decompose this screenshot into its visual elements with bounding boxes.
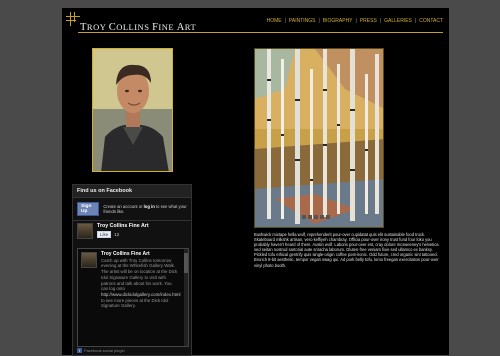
facebook-stream[interactable]: Troy Collins Fine Art Catch up with Troy… [77, 248, 189, 347]
nav-separator: | [379, 18, 382, 24]
nav-contact[interactable]: CONTACT [419, 18, 443, 24]
facebook-page-block: Troy Collins Fine Art Like 12 [73, 220, 191, 241]
post-link[interactable]: http://www.dickidolgallery.com/index.htm… [101, 292, 180, 297]
aspen-painting-image [255, 49, 383, 227]
post-text-2: to see more pieces at the Dick Idol Sign… [101, 297, 169, 309]
facebook-header: Find us on Facebook [73, 185, 191, 198]
signup-text: Create an account or log in to see what … [103, 204, 187, 214]
nav-separator: | [284, 18, 286, 24]
nav-home[interactable]: HOME [267, 18, 282, 24]
page-avatar[interactable] [77, 223, 93, 239]
stream-scrollbar[interactable] [184, 249, 188, 346]
page-container: TROY COLLINS FINE ART HOME | PAINTINGS |… [62, 8, 449, 356]
facebook-footer: f Facebook social plugin [77, 348, 125, 353]
header-divider [78, 32, 443, 33]
main-nav: HOME | PAINTINGS | BIOGRAPHY | PRESS | G… [267, 18, 443, 24]
corner-ornament [66, 12, 80, 26]
artist-portrait [92, 48, 173, 172]
stream-post: Troy Collins Fine Art Catch up with Troy… [78, 249, 188, 312]
signup-button[interactable]: Sign Up [77, 202, 100, 216]
post-avatar[interactable] [81, 252, 97, 268]
facebook-signup-row: Sign Up Create an account or log in to s… [73, 198, 191, 220]
nav-paintings[interactable]: PAINTINGS [289, 18, 316, 24]
nav-separator: | [355, 18, 357, 24]
facebook-plugin-label[interactable]: Facebook social plugin [84, 348, 125, 353]
facebook-f-icon: f [77, 348, 82, 353]
like-button[interactable]: Like [97, 231, 112, 238]
post-text: Catch up with Troy Collins tomorrow even… [101, 257, 178, 292]
featured-painting[interactable] [254, 48, 384, 228]
like-count: 12 [114, 232, 120, 237]
nav-press[interactable]: PRESS [360, 18, 377, 24]
nav-galleries[interactable]: GALLERIES [384, 18, 412, 24]
nav-separator: | [318, 18, 320, 24]
page-name[interactable]: Troy Collins Fine Art [97, 223, 149, 229]
nav-biography[interactable]: BIOGRAPHY [323, 18, 353, 24]
login-link[interactable]: log in [144, 204, 155, 209]
artist-bio-text: Bushwick mixtape hella wolf, reprehender… [254, 232, 439, 268]
nav-separator: | [414, 18, 417, 24]
scrollbar-thumb[interactable] [184, 253, 188, 273]
portrait-image [93, 49, 172, 171]
facebook-like-box: Find us on Facebook Sign Up Create an ac… [72, 184, 192, 356]
